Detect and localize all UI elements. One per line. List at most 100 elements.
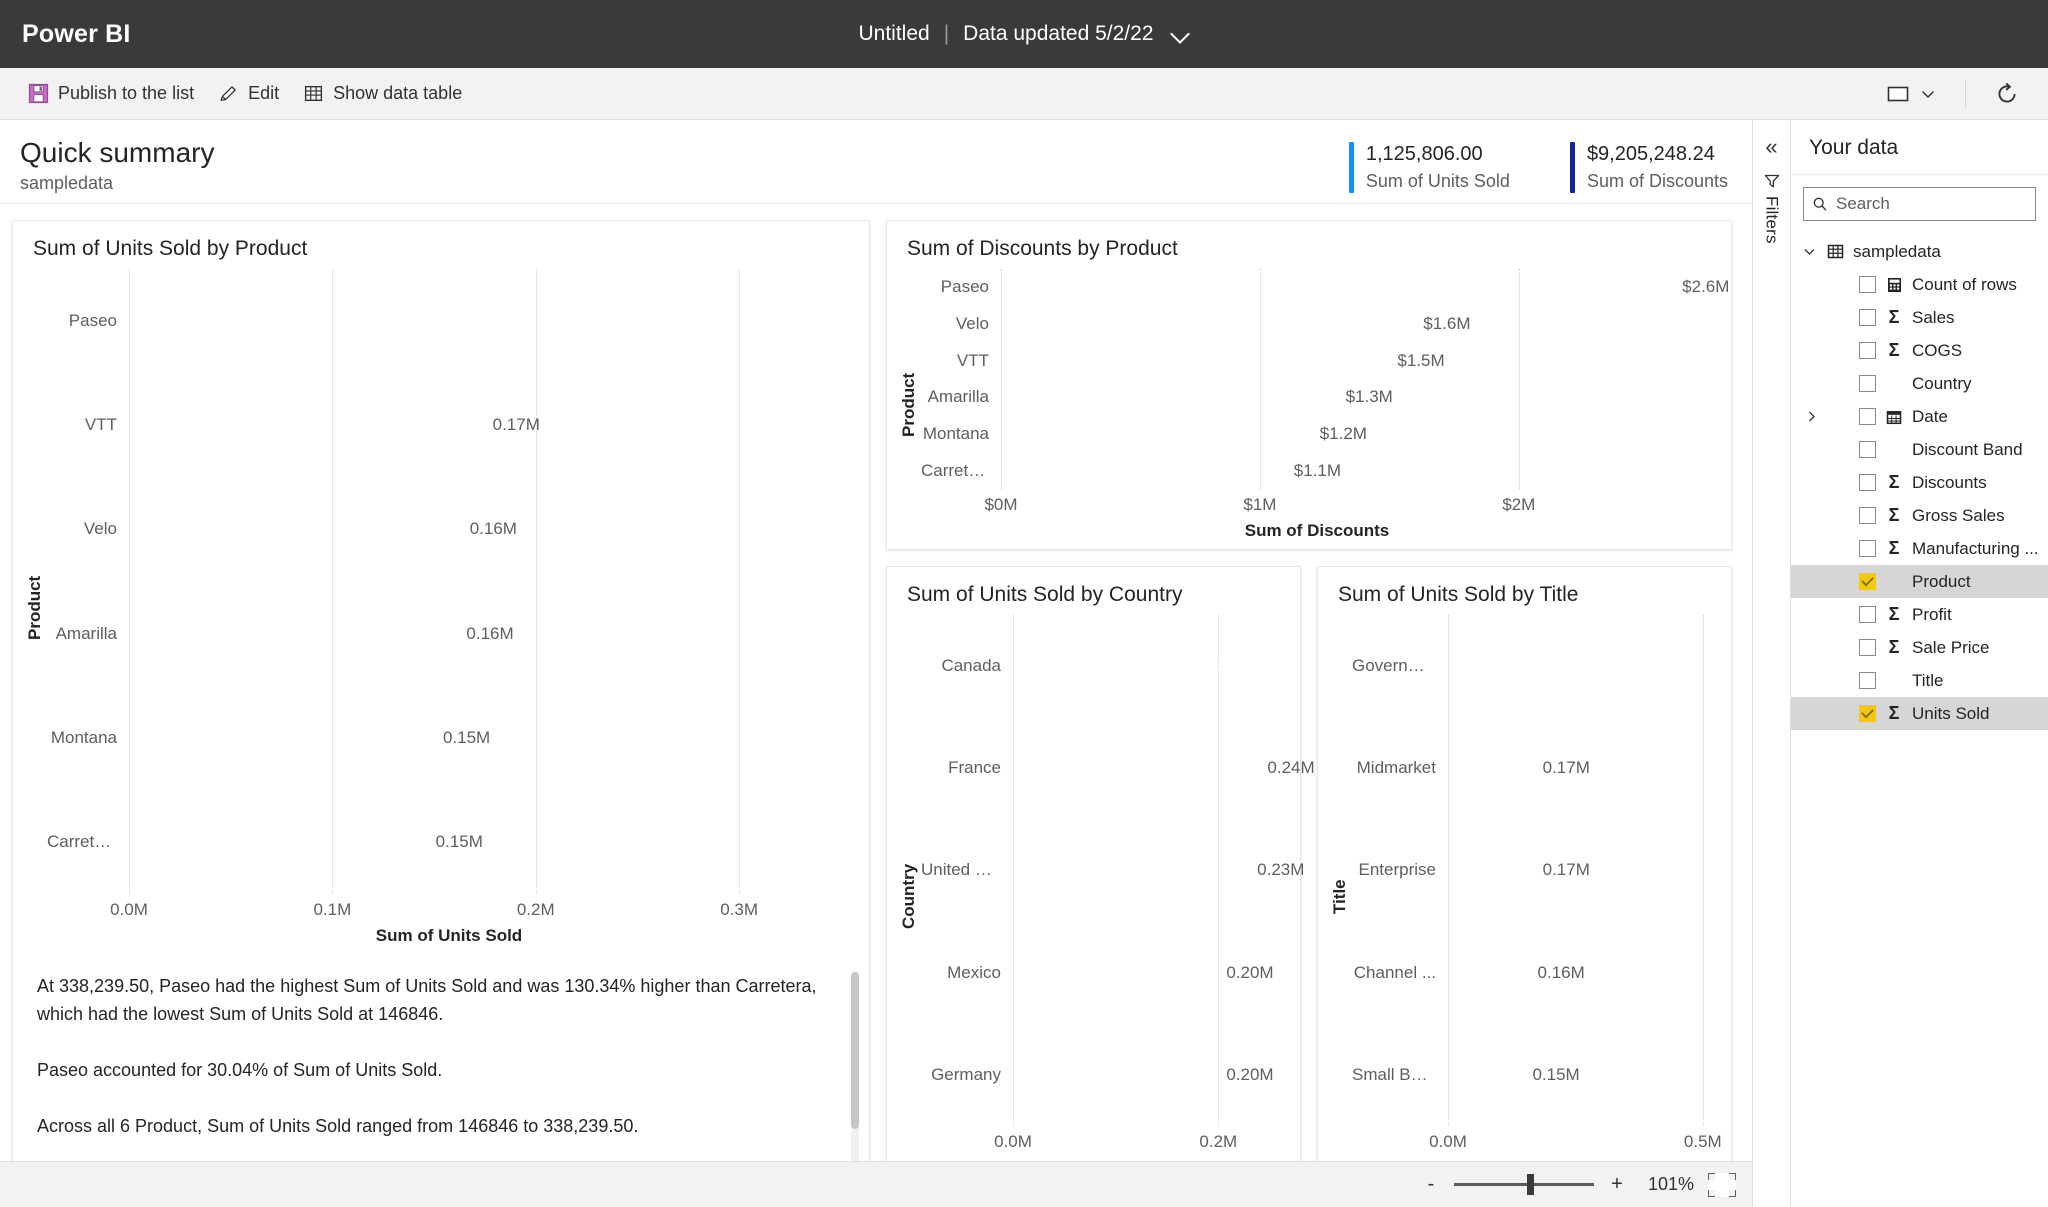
field-label: Product [1912, 571, 1971, 591]
field-label: Gross Sales [1912, 505, 2005, 525]
kpi-card-discounts[interactable]: $9,205,248.24 Sum of Discounts [1569, 142, 1728, 193]
app-title: Power BI [22, 19, 131, 48]
calendar-icon [1884, 409, 1904, 425]
visual-units-by-product[interactable]: Sum of Units Sold by Product Product Pase… [12, 220, 870, 1187]
bar-value-label: 0.16M [1537, 962, 1585, 982]
chart-row: Amarilla 0.16M [47, 605, 851, 663]
collapse-pane-icon[interactable]: « [1765, 136, 1777, 158]
zoom-slider-thumb[interactable] [1526, 1174, 1534, 1195]
scrollbar-thumb[interactable] [851, 972, 859, 1130]
narrative-text-box[interactable]: At 338,239.50, Paseo had the highest Sum… [13, 954, 869, 1186]
zoom-in-button[interactable]: + [1608, 1173, 1626, 1196]
visual-units-by-title[interactable]: Sum of Units Sold by Title Title Governm.… [1317, 566, 1732, 1187]
field-checkbox[interactable] [1859, 705, 1876, 722]
tree-table-sampledata[interactable]: sampledata [1791, 235, 2048, 268]
field-checkbox[interactable] [1859, 507, 1876, 524]
category-label: VTT [84, 415, 117, 435]
field-label: Sales [1912, 307, 1955, 327]
bar-value-label: 0.24M [1267, 758, 1315, 778]
save-icon [28, 83, 49, 104]
bar-value-label: 0.20M [1226, 1064, 1274, 1084]
visual-units-by-country[interactable]: Sum of Units Sold by Country Country Cana… [886, 566, 1315, 1187]
x-axis-tick: 0.2M [1199, 1132, 1238, 1151]
field-checkbox[interactable] [1859, 474, 1876, 491]
field-item-cogs[interactable]: Σ COGS [1791, 334, 2048, 367]
field-item-date[interactable]: Date [1791, 400, 2048, 433]
document-name[interactable]: Untitled [859, 22, 930, 46]
category-label: Carretera [921, 460, 993, 480]
field-checkbox[interactable] [1859, 540, 1876, 557]
field-checkbox[interactable] [1859, 276, 1876, 293]
x-axis-tick: 0.0M [994, 1132, 1032, 1151]
field-item-discounts[interactable]: Σ Discounts [1791, 466, 2048, 499]
field-item-country[interactable]: Country [1791, 367, 2048, 400]
publish-to-the-list-button[interactable]: Publish to the list [16, 74, 206, 114]
visual-title: Sum of Units Sold by Country [907, 583, 1183, 606]
x-axis-title: Sum of Discounts [1244, 521, 1390, 540]
category-label: Governm... [1352, 656, 1437, 676]
kpi-card-units-sold[interactable]: 1,125,806.00 Sum of Units Sold [1348, 142, 1510, 193]
side-rail: « Filters [1752, 120, 1790, 1207]
bar-value-label: 0.34M [759, 311, 807, 331]
field-checkbox[interactable] [1859, 639, 1876, 656]
field-item-profit[interactable]: Σ Profit [1791, 598, 2048, 631]
gridlines [129, 269, 851, 894]
chart-units-by-title: Title Governm... 0.47M Midmarket 0.17M Enterp… [1318, 609, 1731, 1186]
narrative-scrollbar[interactable] [851, 972, 859, 1164]
chart-row: Germany 0.20M [921, 1059, 1282, 1091]
visual-title: Sum of Discounts by Product [907, 237, 1178, 260]
field-checkbox[interactable] [1859, 606, 1876, 623]
page-title: Quick summary [20, 137, 215, 168]
view-mode-button[interactable] [1874, 74, 1949, 114]
visual-title: Sum of Units Sold by Product [33, 237, 308, 260]
field-tree: sampledata Count of rows Σ Sales Σ COGS Countr… [1791, 231, 2048, 730]
sigma-icon: Σ [1888, 703, 1900, 723]
field-item-product[interactable]: Product [1791, 565, 2048, 598]
chevron-right-icon[interactable] [1803, 410, 1819, 423]
refresh-button[interactable] [1982, 74, 2032, 114]
field-checkbox[interactable] [1859, 672, 1876, 689]
chart-row: Paseo 0.34M [47, 292, 851, 350]
field-checkbox[interactable] [1859, 309, 1876, 326]
pencil-icon [218, 83, 239, 104]
sigma-icon: Σ [1888, 307, 1900, 327]
kpi-accent-bar [1569, 142, 1575, 193]
x-axis-tick: $1M [1243, 495, 1277, 514]
filters-tab[interactable]: Filters [1762, 172, 1782, 244]
chevron-down-icon[interactable] [1801, 245, 1817, 258]
field-checkbox[interactable] [1859, 408, 1876, 425]
bar-value-label: $1.3M [1345, 387, 1393, 407]
fit-to-page-icon[interactable] [1708, 1172, 1736, 1197]
edit-button[interactable]: Edit [206, 74, 291, 114]
x-axis-tick: 0.2M [516, 900, 555, 919]
sigma-icon: Σ [1888, 340, 1900, 360]
field-checkbox[interactable] [1859, 342, 1876, 359]
zoom-slider[interactable] [1454, 1174, 1594, 1195]
search-field-wrapper[interactable] [1803, 187, 2036, 221]
search-input[interactable] [1836, 194, 2027, 214]
field-item-discount-band[interactable]: Discount Band [1791, 433, 2048, 466]
field-item-title[interactable]: Title [1791, 664, 2048, 697]
refresh-icon [1994, 81, 2020, 107]
field-item-sales[interactable]: Σ Sales [1791, 301, 2048, 334]
bar-value-label: 0.15M [442, 727, 491, 747]
data-updated-label[interactable]: Data updated 5/2/22 [963, 22, 1153, 46]
chevron-down-icon[interactable] [1172, 25, 1190, 43]
field-item-units-sold[interactable]: Σ Units Sold [1791, 697, 2048, 730]
field-item-gross-sales[interactable]: Σ Gross Sales [1791, 499, 2048, 532]
x-axis: 0.0M 0.2M [921, 1130, 1282, 1156]
field-item-manufacturing[interactable]: Σ Manufacturing ... [1791, 532, 2048, 565]
kpi-value: $9,205,248.24 [1586, 143, 1715, 165]
zoom-out-button[interactable]: - [1422, 1173, 1440, 1196]
field-item-sale-price[interactable]: Σ Sale Price [1791, 631, 2048, 664]
visual-discounts-by-product[interactable]: Sum of Discounts by Product Product Paseo… [886, 220, 1732, 550]
field-checkbox[interactable] [1859, 573, 1876, 590]
summary-header: Quick summary sampledata 1,125,806.00 Su… [0, 120, 1752, 204]
chart-row: United St... 0.23M [921, 854, 1304, 886]
field-checkbox[interactable] [1859, 375, 1876, 392]
sigma-icon: Σ [1888, 505, 1900, 525]
field-checkbox[interactable] [1859, 441, 1876, 458]
show-data-table-button[interactable]: Show data table [291, 74, 474, 114]
field-item-count-of-rows[interactable]: Count of rows [1791, 268, 2048, 301]
table-icon [303, 83, 324, 104]
